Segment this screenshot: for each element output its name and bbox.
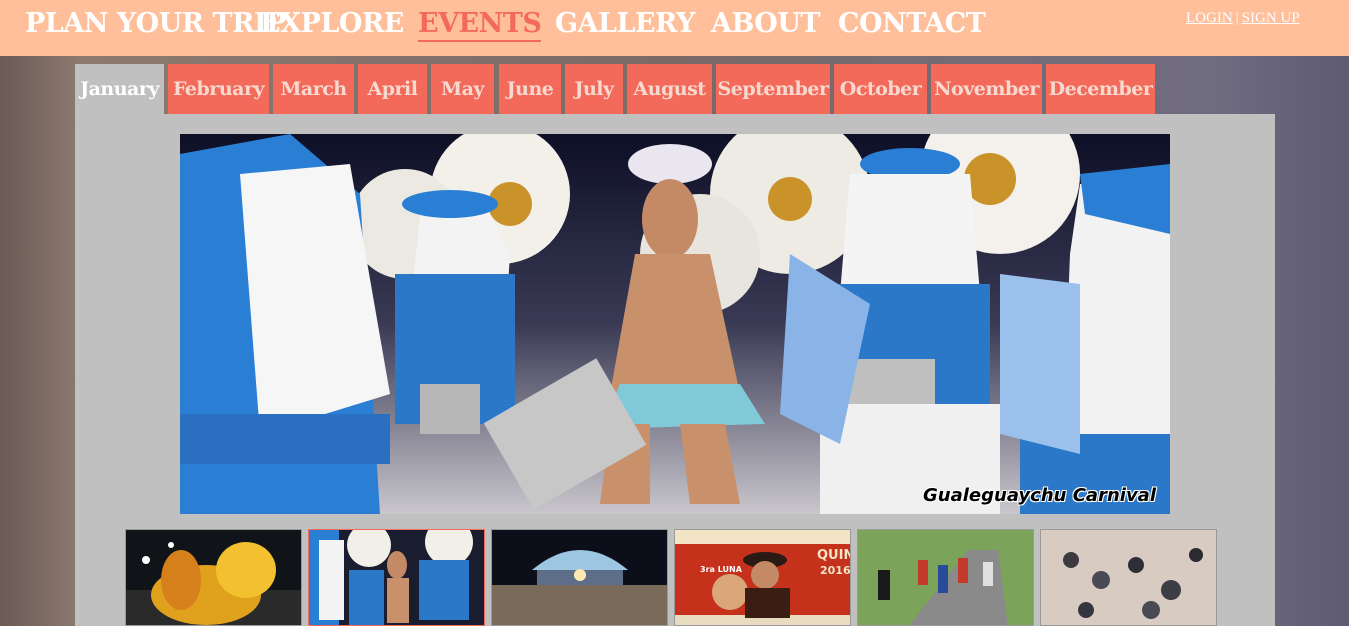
- thumbnail-3[interactable]: [491, 529, 668, 626]
- nav-events[interactable]: EVENTS: [418, 8, 542, 42]
- signup-link[interactable]: SIGN UP: [1242, 10, 1300, 26]
- thumbnail-2[interactable]: [308, 529, 485, 626]
- event-panel: Gualeguaychu Carnival COS QUIN 2016 3ra …: [75, 114, 1275, 626]
- thumbnail-1[interactable]: [125, 529, 302, 626]
- thumb-cosquin-top: COS: [823, 532, 851, 547]
- tab-june[interactable]: June: [499, 64, 561, 114]
- auth-links: LOGIN | SIGN UP: [1186, 10, 1300, 27]
- tab-april[interactable]: April: [358, 64, 427, 114]
- thumbnail-5[interactable]: [857, 529, 1034, 626]
- tab-august[interactable]: August: [627, 64, 712, 114]
- tab-december[interactable]: December: [1046, 64, 1155, 114]
- top-nav: PLAN YOUR TRIP EXPLORE EVENTS GALLERY AB…: [0, 0, 1349, 56]
- thumbnail-2-image: [309, 530, 484, 625]
- thumbnail-3-image: [492, 530, 667, 625]
- tab-july[interactable]: July: [565, 64, 623, 114]
- nav-contact[interactable]: CONTACT: [838, 8, 986, 39]
- hero-caption: Gualeguaychu Carnival: [923, 485, 1156, 506]
- tab-february[interactable]: February: [168, 64, 269, 114]
- hero-image: Gualeguaychu Carnival: [180, 134, 1170, 514]
- nav-about[interactable]: ABOUT: [711, 8, 820, 39]
- carnival-photo: [180, 134, 1170, 514]
- login-link[interactable]: LOGIN: [1186, 10, 1233, 26]
- tab-november[interactable]: November: [931, 64, 1042, 114]
- nav-explore[interactable]: EXPLORE: [260, 8, 404, 39]
- thumbnail-5-image: [858, 530, 1033, 625]
- thumb-cosquin-moon: 3ra LUNA: [700, 565, 742, 574]
- thumb-cosquin-mid: QUIN: [817, 548, 851, 563]
- thumbnail-4[interactable]: COS QUIN 2016 3ra LUNA: [674, 529, 851, 626]
- nav-plan-your-trip[interactable]: PLAN YOUR TRIP: [25, 8, 286, 39]
- tab-march[interactable]: March: [273, 64, 354, 114]
- nav-gallery[interactable]: GALLERY: [555, 8, 695, 39]
- auth-separator: |: [1235, 10, 1239, 26]
- thumbnail-1-image: [126, 530, 301, 625]
- tab-may[interactable]: May: [431, 64, 494, 114]
- thumb-cosquin-year: 2016: [820, 564, 851, 577]
- thumbnail-6-image: [1041, 530, 1216, 625]
- thumbnail-6[interactable]: [1040, 529, 1217, 626]
- tab-october[interactable]: October: [834, 64, 927, 114]
- tab-september[interactable]: September: [716, 64, 830, 114]
- tab-january[interactable]: January: [75, 64, 164, 114]
